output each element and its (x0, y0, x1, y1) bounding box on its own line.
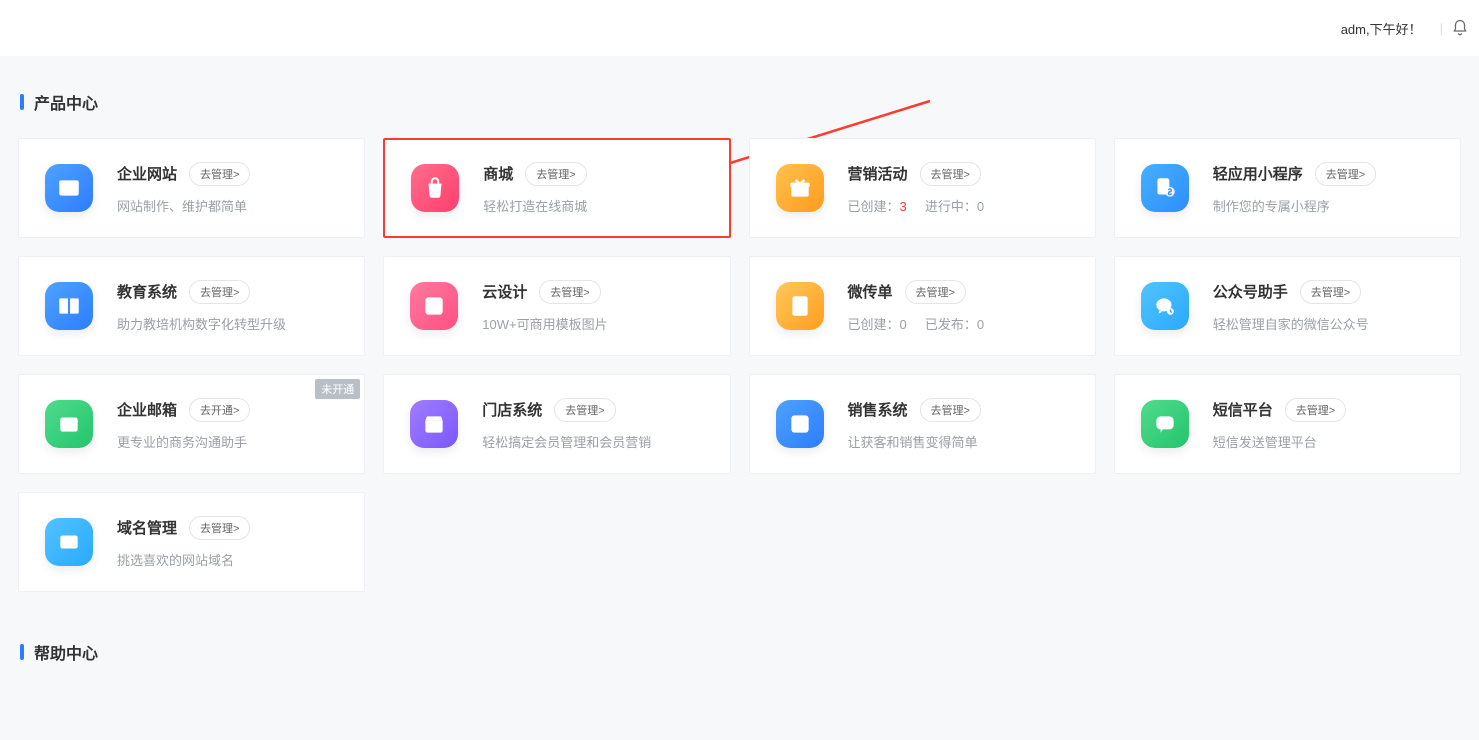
activate-button[interactable]: 去开通> (189, 398, 250, 422)
list-icon (776, 400, 824, 448)
topbar-divider: | (1440, 21, 1443, 36)
manage-button[interactable]: 去管理> (189, 280, 250, 304)
svg-text:w.=: w.= (63, 538, 77, 547)
flyer-icon (776, 282, 824, 330)
miniapp-icon (1141, 164, 1189, 212)
card-desc: 网站制作、维护都简单 (117, 196, 342, 215)
card-desc: 轻松搞定会员管理和会员营销 (482, 432, 707, 451)
chat-icon (1141, 400, 1189, 448)
card-title: 教育系统 (117, 281, 177, 302)
card-desc: 轻松打造在线商城 (483, 196, 706, 215)
card-desc: 更专业的商务沟通助手 (117, 432, 342, 451)
manage-button[interactable]: 去管理> (554, 398, 615, 422)
card-desc: 制作您的专属小程序 (1213, 196, 1438, 215)
manage-button[interactable]: 去管理> (920, 162, 981, 186)
image-icon (410, 282, 458, 330)
store-icon (410, 400, 458, 448)
card-title: 微传单 (848, 281, 893, 302)
card-title: 企业邮箱 (117, 399, 177, 420)
card-stats: 已创建：0 已发布：0 (848, 314, 1073, 333)
manage-button[interactable]: 去管理> (920, 398, 981, 422)
stat2-value: 0 (977, 199, 984, 214)
card-title: 商城 (483, 163, 513, 184)
card-title: 销售系统 (848, 399, 908, 420)
card-mail[interactable]: 未开通 企业邮箱 去开通> 更专业的商务沟通助手 (18, 374, 365, 474)
manage-button[interactable]: 去管理> (189, 516, 250, 540)
card-title: 短信平台 (1213, 399, 1273, 420)
card-sms[interactable]: 短信平台 去管理> 短信发送管理平台 (1114, 374, 1461, 474)
notification-icon[interactable] (1451, 19, 1469, 37)
card-store[interactable]: 门店系统 去管理> 轻松搞定会员管理和会员营销 (383, 374, 730, 474)
stat1-value: 3 (900, 199, 907, 214)
card-title: 域名管理 (117, 517, 177, 538)
stat2-value: 0 (977, 317, 984, 332)
domain-icon: w.= (45, 518, 93, 566)
status-badge-not-activated: 未开通 (315, 379, 360, 399)
card-stats: 已创建：3 进行中：0 (848, 196, 1073, 215)
mail-icon (45, 400, 93, 448)
stat1-label: 已创建： (848, 317, 900, 332)
card-title: 营销活动 (848, 163, 908, 184)
card-title: 门店系统 (482, 399, 542, 420)
manage-button[interactable]: 去管理> (189, 162, 250, 186)
card-wechat[interactable]: 公众号助手 去管理> 轻松管理自家的微信公众号 (1114, 256, 1461, 356)
manage-button[interactable]: 去管理> (1315, 162, 1376, 186)
card-desc: 10W+可商用模板图片 (482, 314, 707, 333)
card-flyer[interactable]: 微传单 去管理> 已创建：0 已发布：0 (749, 256, 1096, 356)
card-desc: 让获客和销售变得简单 (848, 432, 1073, 451)
card-mall[interactable]: 商城 去管理> 轻松打造在线商城 (383, 138, 730, 238)
stat2-label: 已发布： (925, 317, 977, 332)
top-bar: adm,下午好！ | (0, 0, 1479, 56)
card-title: 公众号助手 (1213, 281, 1288, 302)
card-site[interactable]: 企业网站 去管理> 网站制作、维护都简单 (18, 138, 365, 238)
card-title: 云设计 (482, 281, 527, 302)
card-desc: 轻松管理自家的微信公众号 (1213, 314, 1438, 333)
card-education[interactable]: 教育系统 去管理> 助力教培机构数字化转型升级 (18, 256, 365, 356)
card-domain[interactable]: w.= 域名管理 去管理> 挑选喜欢的网站域名 (18, 492, 365, 592)
card-title: 轻应用小程序 (1213, 163, 1303, 184)
stat1-label: 已创建： (848, 199, 900, 214)
manage-button[interactable]: 去管理> (539, 280, 600, 304)
card-sales[interactable]: 销售系统 去管理> 让获客和销售变得简单 (749, 374, 1096, 474)
card-miniapp[interactable]: 轻应用小程序 去管理> 制作您的专属小程序 (1114, 138, 1461, 238)
wechat-icon (1141, 282, 1189, 330)
window-icon (45, 164, 93, 212)
manage-button[interactable]: 去管理> (905, 280, 966, 304)
book-icon (45, 282, 93, 330)
manage-button[interactable]: 去管理> (1285, 398, 1346, 422)
manage-button[interactable]: 去管理> (525, 162, 586, 186)
bag-icon (411, 164, 459, 212)
section-title-help: 帮助中心 (20, 640, 1461, 664)
page-content: 产品中心 企业网站 去管理> 网站制作、维护都简单 商城 (0, 56, 1479, 740)
user-greeting: adm,下午好！ (1341, 19, 1422, 38)
card-design[interactable]: 云设计 去管理> 10W+可商用模板图片 (383, 256, 730, 356)
stat1-value: 0 (900, 317, 907, 332)
manage-button[interactable]: 去管理> (1300, 280, 1361, 304)
card-desc: 挑选喜欢的网站域名 (117, 550, 342, 569)
card-marketing[interactable]: 营销活动 去管理> 已创建：3 进行中：0 (749, 138, 1096, 238)
product-cards-grid: 企业网站 去管理> 网站制作、维护都简单 商城 去管理> 轻松打造在线商城 (18, 138, 1461, 592)
section-title-products: 产品中心 (20, 90, 1461, 114)
gift-icon (776, 164, 824, 212)
card-desc: 短信发送管理平台 (1213, 432, 1438, 451)
card-desc: 助力教培机构数字化转型升级 (117, 314, 342, 333)
stat2-label: 进行中： (925, 199, 977, 214)
card-title: 企业网站 (117, 163, 177, 184)
